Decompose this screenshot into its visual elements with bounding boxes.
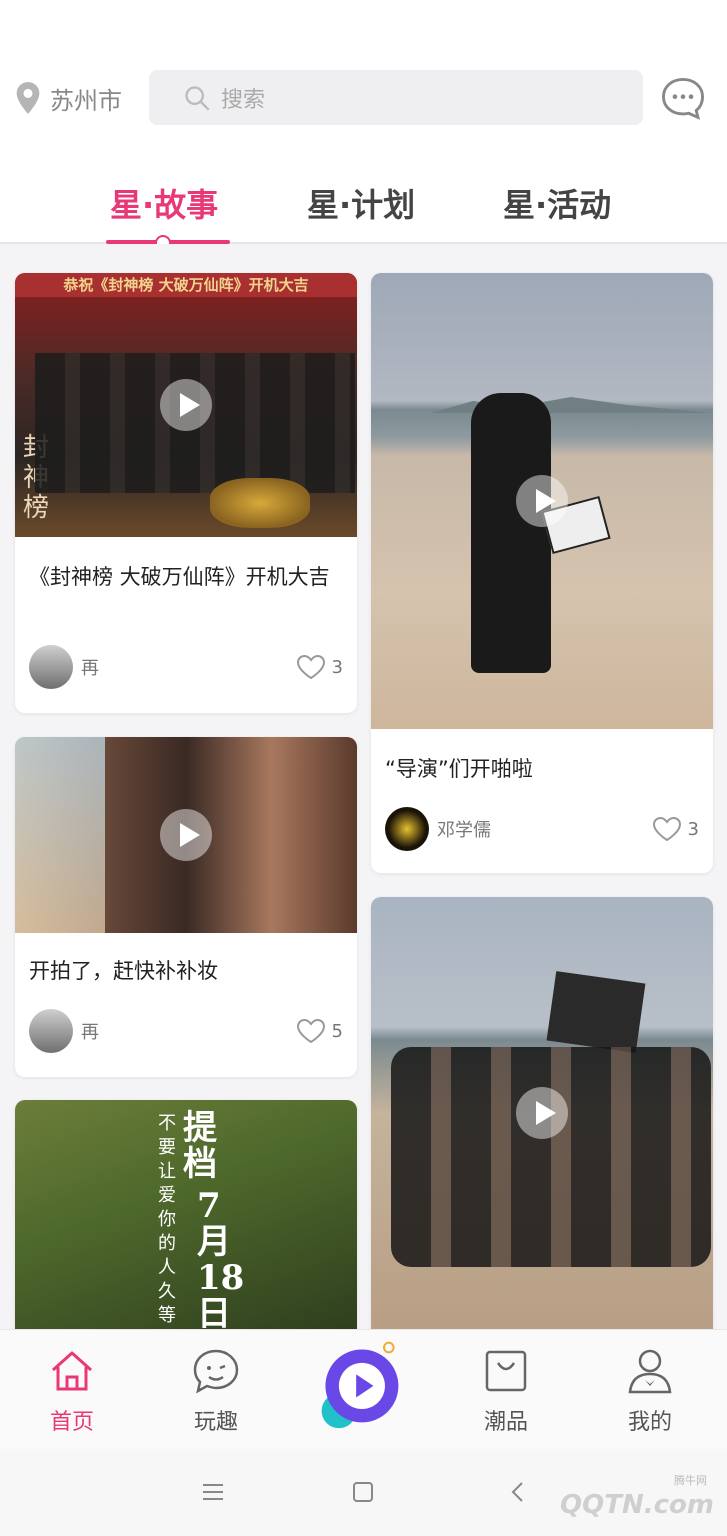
poster-vertical-text-3: 不要让爱你的人久等 — [158, 1113, 176, 1326]
play-icon[interactable] — [516, 1087, 568, 1139]
video-thumbnail[interactable] — [371, 273, 713, 729]
card-title: 开拍了，赶快补补妆 — [29, 959, 218, 983]
reflector-board — [546, 971, 646, 1053]
avatar[interactable] — [29, 1009, 73, 1053]
like-button[interactable]: 3 — [296, 654, 343, 680]
nav-trend-goods[interactable]: 潮品 — [456, 1346, 556, 1436]
heart-icon — [652, 816, 681, 842]
video-thumbnail[interactable] — [371, 897, 713, 1329]
bag-icon — [485, 1350, 527, 1392]
poster-banner-text: 恭祝《封神榜 大破万仙阵》开机大吉 — [15, 273, 357, 297]
bottom-navigation: 首页 玩趣 潮品 我的 — [0, 1329, 727, 1450]
author-name[interactable]: 再 — [81, 654, 296, 680]
tab-star-activity[interactable]: 星·活动 — [503, 180, 611, 226]
avatar[interactable] — [385, 807, 429, 851]
film-crew — [391, 1047, 711, 1267]
person-director — [471, 393, 551, 673]
poster-vertical-text-1: 提档 — [183, 1108, 217, 1184]
heart-icon — [296, 654, 325, 680]
message-icon[interactable] — [660, 76, 706, 122]
nav-home[interactable]: 首页 — [22, 1346, 122, 1436]
nav-home-label: 首页 — [49, 1410, 94, 1435]
nav-center-play[interactable] — [310, 1336, 410, 1436]
like-count: 5 — [331, 1020, 343, 1042]
video-thumbnail[interactable]: 提档 7月18日 不要让爱你的人久等 — [15, 1100, 357, 1329]
home-icon — [51, 1351, 93, 1391]
nav-profile[interactable]: 我的 — [600, 1346, 700, 1436]
location-selector[interactable]: 苏州市 — [14, 78, 122, 118]
home-square-icon[interactable] — [350, 1479, 376, 1505]
author-name[interactable]: 邓学儒 — [437, 816, 652, 842]
like-count: 3 — [331, 656, 343, 678]
city-label: 苏州市 — [50, 86, 122, 115]
watermark-small: 腾牛网 — [674, 1474, 707, 1487]
video-thumbnail[interactable]: 恭祝《封神榜 大破万仙阵》开机大吉 封神榜 — [15, 273, 357, 537]
search-icon — [185, 85, 210, 110]
search-placeholder: 搜索 — [221, 87, 266, 113]
poster-vertical-text-2: 7月18日 — [197, 1186, 245, 1329]
chat-face-icon — [193, 1349, 239, 1394]
play-icon[interactable] — [160, 379, 212, 431]
story-card[interactable]: “导演”们开啪啦 邓学儒 3 — [371, 273, 713, 873]
ceremony-prop — [210, 478, 310, 528]
profile-icon — [628, 1349, 672, 1394]
card-title: 《封神榜 大破万仙阵》开机大吉 — [29, 565, 330, 589]
like-button[interactable]: 5 — [296, 1018, 343, 1044]
author-name[interactable]: 再 — [81, 1018, 296, 1044]
story-card[interactable] — [371, 897, 713, 1329]
story-card[interactable]: 恭祝《封神榜 大破万仙阵》开机大吉 封神榜 《封神榜 大破万仙阵》开机大吉 再 … — [15, 273, 357, 713]
like-button[interactable]: 3 — [652, 816, 699, 842]
play-icon[interactable] — [516, 475, 568, 527]
nav-fun[interactable]: 玩趣 — [166, 1346, 266, 1436]
location-pin-icon — [16, 82, 40, 114]
video-thumbnail[interactable] — [15, 737, 357, 933]
like-count: 3 — [687, 818, 699, 840]
heart-icon — [296, 1018, 325, 1044]
story-card[interactable]: 提档 7月18日 不要让爱你的人久等 — [15, 1100, 357, 1329]
search-input[interactable]: 搜索 — [149, 70, 643, 125]
nav-trend-goods-label: 潮品 — [483, 1410, 528, 1435]
watermark-logo: QQTN.com — [560, 1490, 714, 1520]
card-title: “导演”们开啪啦 — [385, 757, 533, 781]
nav-profile-label: 我的 — [627, 1410, 672, 1435]
play-icon[interactable] — [160, 809, 212, 861]
menu-icon[interactable] — [200, 1479, 226, 1505]
back-icon[interactable] — [505, 1479, 531, 1505]
background-sky — [15, 737, 105, 933]
avatar[interactable] — [29, 645, 73, 689]
tab-star-plan[interactable]: 星·计划 — [307, 180, 415, 226]
tab-star-story[interactable]: 星·故事 — [110, 180, 218, 226]
play-center-icon — [321, 1341, 399, 1429]
story-card[interactable]: 开拍了，赶快补补妆 再 5 — [15, 737, 357, 1077]
nav-fun-label: 玩趣 — [193, 1410, 238, 1435]
